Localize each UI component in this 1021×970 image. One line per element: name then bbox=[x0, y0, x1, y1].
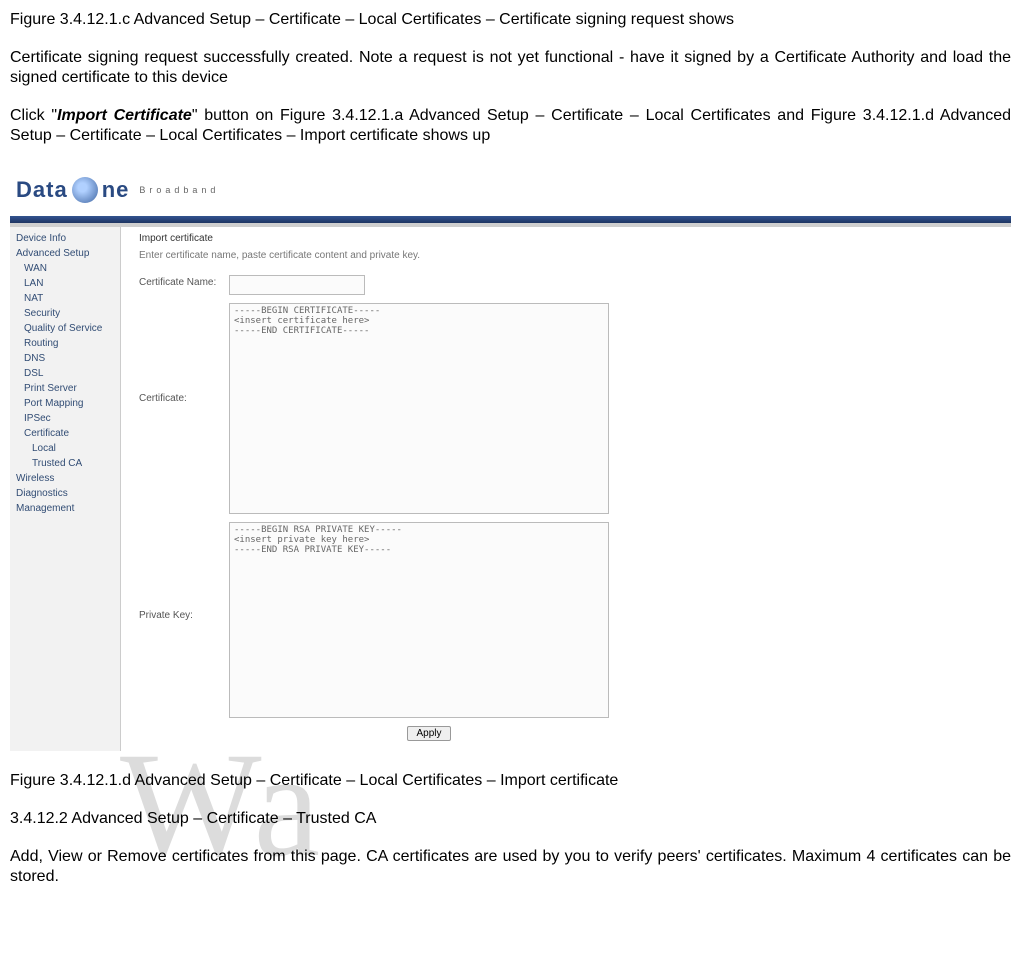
sidebar-item[interactable]: DNS bbox=[10, 351, 120, 366]
paragraph-trusted-ca-desc: Add, View or Remove certificates from th… bbox=[10, 847, 1011, 887]
logo: Data ne Broadband bbox=[16, 177, 219, 203]
private-key-textarea[interactable] bbox=[229, 522, 609, 718]
sidebar-item[interactable]: Device Info bbox=[10, 231, 120, 246]
sidebar-item[interactable]: Port Mapping bbox=[10, 396, 120, 411]
figure-caption-d: Figure 3.4.12.1.d Advanced Setup – Certi… bbox=[10, 771, 1011, 791]
sidebar-item[interactable]: IPSec bbox=[10, 411, 120, 426]
figure-ref-caption: Figure 3.4.12.1.c Advanced Setup – Certi… bbox=[10, 10, 1011, 30]
sidebar-item[interactable]: Routing bbox=[10, 336, 120, 351]
certificate-textarea[interactable] bbox=[229, 303, 609, 514]
logo-subtext: Broadband bbox=[139, 185, 219, 195]
content-pane: Import certificate Enter certificate nam… bbox=[121, 227, 1011, 751]
content-description: Enter certificate name, paste certificat… bbox=[139, 250, 1001, 261]
apply-button[interactable]: Apply bbox=[407, 726, 450, 741]
router-ui-screenshot: Data ne Broadband Device InfoAdvanced Se… bbox=[10, 164, 1011, 751]
paragraph-click-instruction: Click "Import Certificate" button on Fig… bbox=[10, 106, 1011, 146]
sidebar-item[interactable]: Quality of Service bbox=[10, 321, 120, 336]
logo-text-data: Data bbox=[16, 177, 68, 203]
sidebar-item[interactable]: NAT bbox=[10, 291, 120, 306]
sidebar-item[interactable]: DSL bbox=[10, 366, 120, 381]
label-certificate: Certificate: bbox=[139, 303, 229, 404]
sidebar-item[interactable]: Diagnostics bbox=[10, 486, 120, 501]
text-fragment: Click " bbox=[10, 107, 57, 124]
cert-name-input[interactable] bbox=[229, 275, 365, 295]
sidebar-item[interactable]: LAN bbox=[10, 276, 120, 291]
logo-text-ne: ne bbox=[102, 177, 130, 203]
import-certificate-label: Import Certificate bbox=[57, 107, 192, 124]
header-shadow bbox=[10, 223, 1011, 227]
sidebar-item[interactable]: Advanced Setup bbox=[10, 246, 120, 261]
logo-swirl-icon bbox=[72, 177, 98, 203]
content-title: Import certificate bbox=[139, 233, 1001, 244]
sidebar-item[interactable]: Trusted CA bbox=[10, 456, 120, 471]
sidebar-item[interactable]: WAN bbox=[10, 261, 120, 276]
paragraph-success-note: Certificate signing request successfully… bbox=[10, 48, 1011, 88]
sidebar-nav: Device InfoAdvanced SetupWANLANNATSecuri… bbox=[10, 227, 121, 751]
sidebar-item[interactable]: Management bbox=[10, 501, 120, 516]
label-private-key: Private Key: bbox=[139, 522, 229, 621]
section-heading-trusted-ca: 3.4.12.2 Advanced Setup – Certificate – … bbox=[10, 809, 1011, 829]
sidebar-item[interactable]: Security bbox=[10, 306, 120, 321]
sidebar-item[interactable]: Wireless bbox=[10, 471, 120, 486]
sidebar-item[interactable]: Local bbox=[10, 441, 120, 456]
router-header: Data ne Broadband bbox=[10, 164, 1011, 217]
sidebar-item[interactable]: Certificate bbox=[10, 426, 120, 441]
sidebar-item[interactable]: Print Server bbox=[10, 381, 120, 396]
label-cert-name: Certificate Name: bbox=[139, 275, 229, 288]
